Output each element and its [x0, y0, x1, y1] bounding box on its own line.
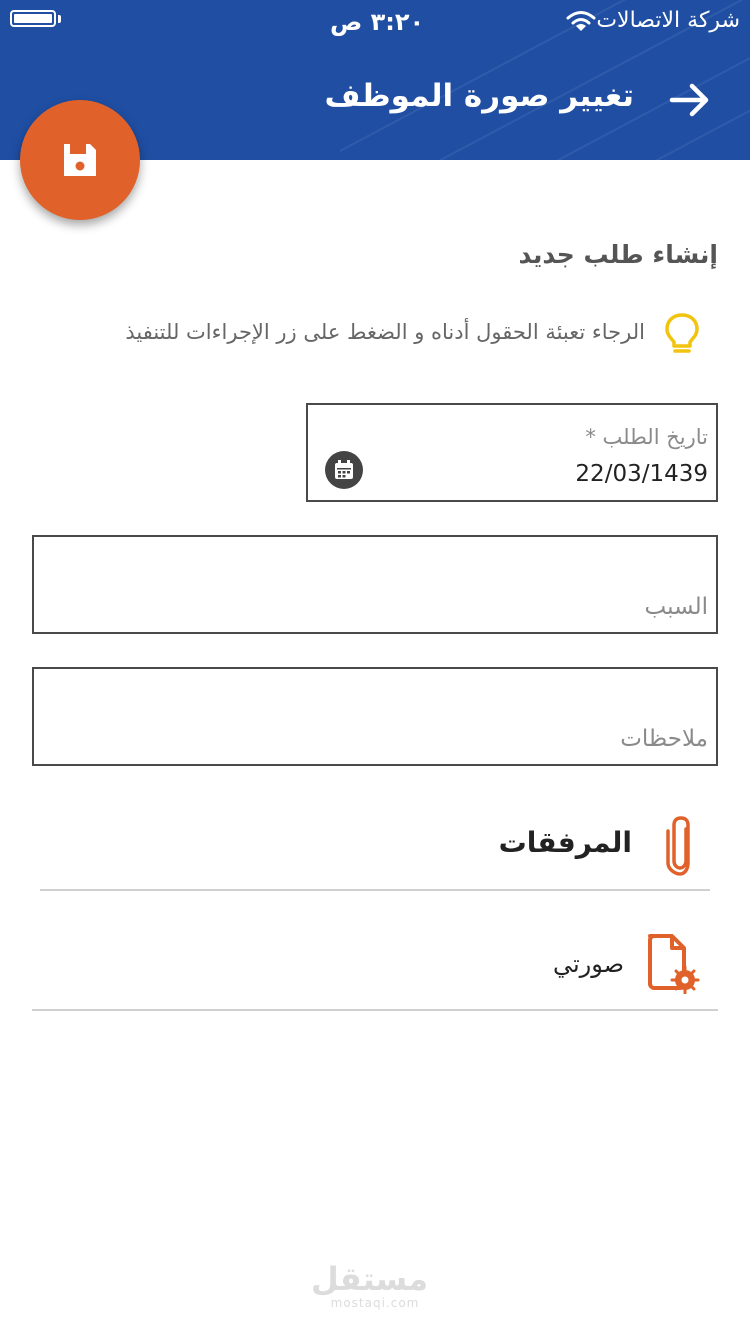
request-date-label: تاريخ الطلب *: [585, 425, 708, 449]
notes-placeholder: ملاحظات: [620, 726, 708, 752]
watermark-latin: mostaqi.com: [330, 1296, 420, 1310]
wifi-icon: [566, 11, 596, 31]
attachment-item-label[interactable]: صورتي: [553, 950, 624, 978]
attachments-divider: [40, 889, 710, 891]
battery-tip: [58, 15, 61, 23]
paperclip-icon: [666, 816, 690, 876]
page-title: تغيير صورة الموظف: [324, 78, 634, 114]
file-settings-icon[interactable]: [644, 932, 700, 994]
watermark-arabic: مستقل: [310, 1260, 428, 1298]
hint-text: الرجاء تعبئة الحقول أدناه و الضغط على زر…: [125, 320, 645, 344]
status-time: ٣:٢٠ ص: [330, 8, 425, 36]
save-icon: [64, 144, 96, 176]
attachment-item-divider: [32, 1009, 718, 1011]
section-title: إنشاء طلب جديد: [518, 240, 718, 269]
save-button[interactable]: [20, 100, 140, 220]
reason-field[interactable]: السبب: [32, 535, 718, 634]
notes-field[interactable]: ملاحظات: [32, 667, 718, 766]
watermark: مستقل mostaqi.com: [310, 1260, 428, 1310]
calendar-icon[interactable]: [325, 451, 363, 489]
reason-placeholder: السبب: [644, 594, 708, 620]
battery-icon: [10, 10, 56, 27]
request-date-value[interactable]: 22/03/1439: [575, 461, 708, 487]
arrow-right-icon[interactable]: [668, 78, 712, 122]
status-bar: ٣:٢٠ ص شركة الاتصالات: [0, 0, 750, 44]
attachments-title: المرفقات: [498, 826, 632, 859]
carrier-name: شركة الاتصالات: [596, 8, 740, 33]
lightbulb-icon: [665, 313, 699, 353]
request-date-field[interactable]: تاريخ الطلب * 22/03/1439: [306, 403, 718, 502]
